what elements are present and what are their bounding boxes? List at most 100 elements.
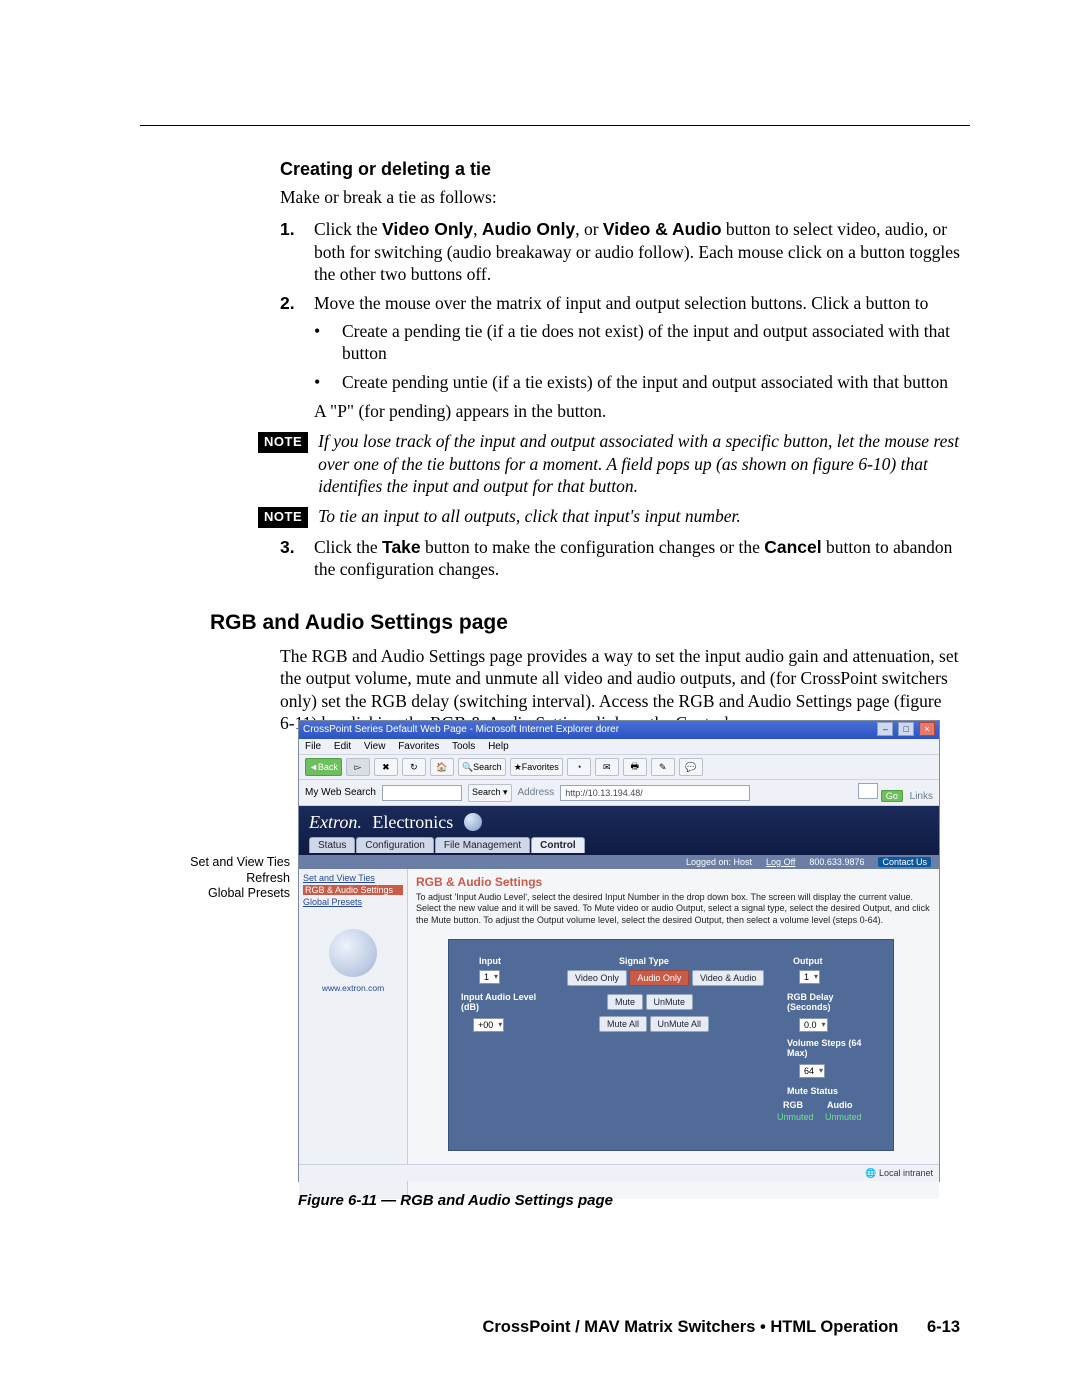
minimize-button[interactable]: – [877,722,893,736]
volume-steps-select[interactable]: 64 [799,1064,825,1078]
sidelabel-set-view-ties: Set and View Ties [178,855,290,871]
browser-toolbar: ◄ Back ▻ ✖ ↻ 🏠 🔍 Search ★ Favorites ◔ ✉ … [299,755,939,780]
step-2: 2. Move the mouse over the matrix of inp… [280,292,960,314]
step-1-number: 1. [280,218,314,285]
window-titlebar: CrossPoint Series Default Web Page - Mic… [299,721,939,739]
step-1-text: Click the Video Only, Audio Only, or Vid… [314,218,960,285]
mute-status-audio-value: Unmuted [825,1112,862,1122]
brand-logo: Extron. Electronics [309,812,929,833]
menu-view[interactable]: View [364,741,386,752]
footer-text: CrossPoint / MAV Matrix Switchers • HTML… [482,1318,898,1336]
right-content: RGB & Audio Settings To adjust 'Input Au… [408,869,939,1199]
main-area: Set and View Ties RGB & Audio Settings G… [299,869,939,1199]
input-audio-level-select[interactable]: +00 [473,1018,504,1032]
output-select[interactable]: 1 [799,970,820,984]
intro-text: Make or break a tie as follows: [280,186,960,208]
mute-status-rgb-value: Unmuted [777,1112,814,1122]
my-web-search-input[interactable] [382,785,462,801]
settings-panel: Input 1 Input Audio Level (dB) +00 Signa… [448,939,894,1151]
edit-button[interactable]: ✎ [651,758,675,776]
history-button[interactable]: ◔ [567,758,591,776]
figure-side-labels: Set and View Ties Refresh Global Presets… [178,855,290,902]
nav-rgb-audio-settings[interactable]: RGB & Audio Settings [303,885,403,895]
menu-favorites[interactable]: Favorites [398,741,439,752]
menu-file[interactable]: File [305,741,321,752]
mail-button[interactable]: ✉ [595,758,619,776]
globe-icon [464,813,482,831]
my-web-search-button[interactable]: Search ▾ [468,784,512,802]
note-badge: NOTE [258,507,308,528]
nav-set-view-ties[interactable]: Set and View Ties [303,873,403,883]
stop-button[interactable]: ✖ [374,758,398,776]
step-3-number: 3. [280,536,314,581]
page-footer: CrossPoint / MAV Matrix Switchers • HTML… [482,1318,960,1337]
forward-button[interactable]: ▻ [346,758,370,776]
tab-configuration[interactable]: Configuration [356,837,433,853]
refresh-button[interactable]: ↻ [402,758,426,776]
links-label: Links [910,791,933,802]
home-button[interactable]: 🏠 [430,758,454,776]
address-input[interactable]: http://10.13.194.48/ [560,785,750,801]
page-description: To adjust 'Input Audio Level', select th… [416,892,931,926]
address-dropdown[interactable] [858,783,878,799]
note-2-text: To tie an input to all outputs, click th… [318,505,960,527]
step-2-number: 2. [280,292,314,314]
note-1-text: If you lose track of the input and outpu… [318,430,960,497]
mute-button[interactable]: Mute [607,994,643,1010]
step-1: 1. Click the Video Only, Audio Only, or … [280,218,960,285]
note-2: NOTE To tie an input to all outputs, cli… [258,505,960,528]
menu-bar: File Edit View Favorites Tools Help [299,739,939,755]
note-badge: NOTE [258,432,308,453]
video-audio-button[interactable]: Video & Audio [692,970,764,986]
take-button-label: Take [382,537,421,557]
extron-site-link[interactable]: www.extron.com [303,983,403,993]
step-2-bullet-1: • Create a pending tie (if a tie does no… [314,320,960,365]
back-button[interactable]: ◄ Back [305,758,342,776]
figure-caption: Figure 6-11 — RGB and Audio Settings pag… [298,1192,613,1209]
tab-status[interactable]: Status [309,837,355,853]
favorites-button[interactable]: ★ Favorites [510,758,563,776]
go-button[interactable]: Go [881,790,903,802]
close-button[interactable]: × [919,722,935,736]
input-select[interactable]: 1 [479,970,500,984]
page-number: 6-13 [927,1318,960,1336]
bullet-dot-icon: • [314,371,342,394]
menu-help[interactable]: Help [488,741,509,752]
video-only-label: Video Only [382,219,473,239]
print-button[interactable]: 🖶 [623,758,647,776]
top-rule [140,125,970,126]
rgb-delay-label: RGB Delay (Seconds) [787,992,877,1012]
heading-rgb-audio: RGB and Audio Settings page [210,611,960,635]
page-heading: RGB & Audio Settings [416,875,931,889]
volume-steps-label: Volume Steps (64 Max) [787,1038,877,1058]
mute-all-button[interactable]: Mute All [599,1016,647,1032]
maximize-button[interactable]: □ [898,722,914,736]
search-button[interactable]: 🔍 Search [458,758,506,776]
tab-control[interactable]: Control [531,837,585,853]
unmute-all-button[interactable]: UnMute All [650,1016,710,1032]
unmute-button[interactable]: UnMute [646,994,694,1010]
mute-status-audio-label: Audio [827,1100,853,1110]
nav-global-presets[interactable]: Global Presets [303,897,403,907]
discuss-button[interactable]: 💬 [679,758,703,776]
video-only-button[interactable]: Video Only [567,970,627,986]
audio-only-button[interactable]: Audio Only [629,970,689,986]
brand-bar: Extron. Electronics Status Configuration… [299,806,939,855]
menu-edit[interactable]: Edit [334,741,351,752]
menu-tools[interactable]: Tools [452,741,475,752]
input-label: Input [479,956,501,966]
address-label: Address [518,787,555,798]
rgb-delay-select[interactable]: 0.0 [799,1018,828,1032]
contact-us-link[interactable]: Contact Us [878,857,931,867]
address-bar: My Web Search Search ▾ Address http://10… [299,780,939,806]
log-off-link[interactable]: Log Off [766,857,795,867]
my-web-search-label: My Web Search [305,787,376,798]
ip-label: 800.633.9876 [809,857,864,867]
zone-icon: 🌐 [865,1168,876,1179]
input-audio-level-label: Input Audio Level (dB) [461,992,541,1012]
audio-only-label: Audio Only [482,219,575,239]
note-1: NOTE If you lose track of the input and … [258,430,960,497]
window-title: CrossPoint Series Default Web Page - Mic… [303,721,619,739]
zone-label: Local intranet [879,1168,933,1178]
tab-file-management[interactable]: File Management [435,837,530,853]
